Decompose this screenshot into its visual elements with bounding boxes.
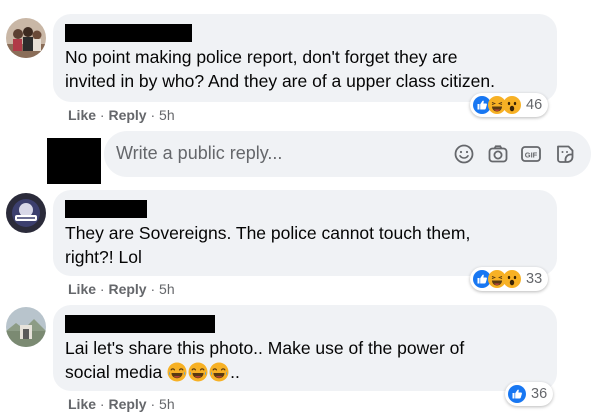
reaction-summary[interactable]: 36 [505, 382, 554, 406]
comment-text: social media [65, 362, 163, 382]
redacted-author-name [65, 24, 192, 42]
reply-input[interactable]: Write a public reply... GIF [104, 131, 591, 177]
comment-bubble: They are Sovereigns. The police cannot t… [53, 190, 557, 276]
separator: · [150, 396, 156, 412]
separator: · [99, 281, 105, 297]
like-icon [508, 385, 526, 403]
comment-text-line: No point making police report, don't for… [65, 47, 458, 67]
laughing-emoji [167, 362, 187, 382]
reply-link[interactable]: Reply [108, 107, 146, 123]
like-link[interactable]: Like [68, 281, 96, 297]
comment-actions: Like · Reply · 5h [68, 396, 175, 412]
comment-text-line: right?! Lol [65, 247, 142, 267]
avatar[interactable] [6, 193, 46, 233]
wow-icon [503, 96, 521, 114]
redacted-user-avatar [47, 138, 101, 184]
comment-text-suffix: .. [230, 362, 240, 382]
timestamp[interactable]: 5h [159, 281, 175, 297]
reaction-count: 33 [526, 271, 543, 287]
avatar[interactable] [6, 18, 46, 58]
svg-text:GIF: GIF [525, 151, 538, 160]
wow-icon [503, 270, 521, 288]
redacted-author-name [65, 200, 147, 218]
like-link[interactable]: Like [68, 107, 96, 123]
comment-text-line: They are Sovereigns. The police cannot t… [65, 223, 471, 243]
reply-link[interactable]: Reply [108, 396, 146, 412]
timestamp[interactable]: 5h [159, 107, 175, 123]
redacted-author-name [65, 315, 215, 333]
like-link[interactable]: Like [68, 396, 96, 412]
timestamp[interactable]: 5h [159, 396, 175, 412]
comment-actions: Like · Reply · 5h [68, 281, 175, 297]
laughing-emoji [209, 362, 229, 382]
separator: · [99, 396, 105, 412]
comment-text-line: Lai let's share this photo.. Make use of… [65, 338, 465, 358]
emoji-icon[interactable] [453, 143, 475, 165]
separator: · [150, 281, 156, 297]
comment-bubble: No point making police report, don't for… [53, 14, 557, 102]
separator: · [150, 107, 156, 123]
reaction-count: 36 [531, 386, 548, 402]
comment-bubble: Lai let's share this photo.. Make use of… [53, 305, 557, 391]
reply-link[interactable]: Reply [108, 281, 146, 297]
avatar[interactable] [6, 307, 46, 347]
separator: · [99, 107, 105, 123]
laughing-emoji [188, 362, 208, 382]
comment-actions: Like · Reply · 5h [68, 107, 175, 123]
camera-icon[interactable] [487, 143, 509, 165]
reaction-count: 46 [526, 97, 543, 113]
comment-text-line: social media .. [65, 360, 240, 384]
gif-icon[interactable]: GIF [520, 143, 542, 165]
comment-text-line: invited in by who? And they are of a upp… [65, 71, 495, 91]
sticker-icon[interactable] [554, 143, 576, 165]
reply-placeholder: Write a public reply... [116, 143, 283, 163]
reaction-summary[interactable]: 33 [470, 267, 549, 291]
reaction-summary[interactable]: 46 [470, 93, 549, 117]
